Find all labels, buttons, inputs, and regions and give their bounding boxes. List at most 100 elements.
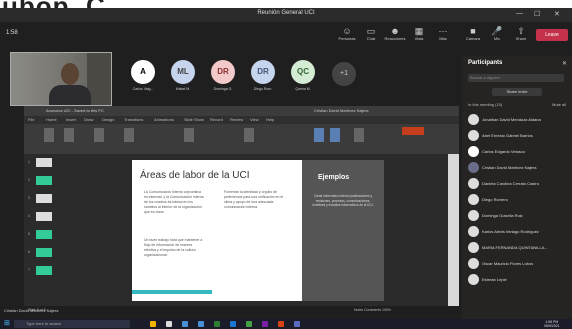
participant-row[interactable]: Carlos Edgardo Velasco bbox=[468, 146, 570, 158]
current-slide[interactable]: Áreas de labor de la UCI La Comunicación… bbox=[132, 160, 384, 301]
participant-tile[interactable]: QC Quena M. bbox=[288, 60, 318, 91]
participant-row[interactable]: Diego Romero bbox=[468, 194, 570, 206]
reactions-button[interactable]: ☻ Reacciones bbox=[384, 26, 406, 42]
ribbon-button[interactable] bbox=[314, 128, 324, 142]
ppt-tab[interactable]: File bbox=[28, 117, 34, 122]
participant-tile[interactable]: A Carlos Valg... bbox=[128, 60, 158, 91]
taskbar-clock[interactable]: 1:58 PM 08/9/2021 bbox=[544, 320, 560, 328]
participant-tile[interactable]: ML Mabel M. bbox=[168, 60, 198, 91]
ppt-tab[interactable]: Review bbox=[230, 117, 243, 122]
participant-search-input[interactable]: Buscar a alguien bbox=[468, 74, 564, 82]
ribbon-button[interactable] bbox=[184, 128, 194, 142]
participant-row[interactable]: Abel Ernesto Gabriel Barrios bbox=[468, 130, 570, 142]
avatar bbox=[468, 242, 479, 253]
participant-row-name: MARIA FERNANDA QUINTANILLA... bbox=[482, 245, 548, 250]
ppt-tab[interactable]: Animations bbox=[154, 117, 174, 122]
slide-accent-bar bbox=[132, 290, 212, 294]
ppt-tabs: File Home Insert Draw Design Transitions… bbox=[24, 116, 459, 124]
slide-thumbnail[interactable] bbox=[36, 176, 52, 185]
leave-button[interactable]: Leave bbox=[536, 29, 568, 41]
taskbar-app-icon[interactable] bbox=[278, 321, 284, 327]
slide-thumbnail[interactable] bbox=[36, 212, 52, 221]
participant-row[interactable]: Cristian David Martínez Nájera bbox=[468, 162, 570, 174]
participant-group-label[interactable]: In this meeting (15) bbox=[468, 102, 502, 107]
ppt-share-button[interactable] bbox=[402, 127, 424, 135]
camera-button[interactable]: ■ Cámara bbox=[462, 26, 484, 42]
slide-text-col3: Fomentar la identidad y orgullo de perte… bbox=[224, 190, 284, 209]
more-button[interactable]: ⋯ Más bbox=[432, 26, 454, 42]
ppt-tab[interactable]: Design bbox=[102, 117, 114, 122]
ribbon-button[interactable] bbox=[64, 128, 74, 142]
participant-name: Carlos Valg... bbox=[132, 87, 154, 91]
ribbon-button[interactable] bbox=[44, 128, 54, 142]
ppt-tab[interactable]: Slide Show bbox=[184, 117, 204, 122]
taskbar-app-icon[interactable] bbox=[182, 321, 188, 327]
participant-name: Mabel M. bbox=[175, 87, 191, 91]
close-pane-icon[interactable]: ✕ bbox=[562, 60, 567, 67]
ppt-tab[interactable]: Record bbox=[210, 117, 223, 122]
participant-tile[interactable]: DR Dominga G. bbox=[208, 60, 238, 91]
slide-thumbnail[interactable] bbox=[36, 158, 52, 167]
taskbar-app-icon[interactable] bbox=[294, 321, 300, 327]
view-button[interactable]: ▦ Vista bbox=[408, 26, 430, 42]
more-participants-button[interactable]: +1 bbox=[332, 62, 356, 86]
taskbar-app-icon[interactable] bbox=[150, 321, 156, 327]
camera-icon: ■ bbox=[470, 26, 476, 36]
slide-side-panel: Ejemplos Canal informativo interno publi… bbox=[302, 160, 384, 301]
mic-icon: 🎤 bbox=[491, 26, 503, 36]
ppt-tab[interactable]: Help bbox=[266, 117, 274, 122]
windows-start-icon[interactable]: ⊞ bbox=[4, 320, 12, 328]
participant-row[interactable]: Karlos Alexis Intriago Rodríguez bbox=[468, 226, 570, 238]
ppt-tab[interactable]: Draw bbox=[84, 117, 93, 122]
avatar: DR bbox=[251, 60, 275, 84]
ribbon-button[interactable] bbox=[124, 128, 134, 142]
taskbar-app-icon[interactable] bbox=[214, 321, 220, 327]
shared-screen: Anuncios UCI - Saved to this PC Cristian… bbox=[24, 106, 459, 314]
ppt-tab[interactable]: Transitions bbox=[124, 117, 143, 122]
call-timer: 1:58 bbox=[6, 30, 18, 36]
windows-taskbar: ⊞ Type here to search 1:58 PM 08/9/2021 bbox=[0, 319, 572, 329]
chat-button[interactable]: ▭ Chat bbox=[360, 26, 382, 42]
participant-row[interactable]: Daniela Carolina Cerrato Castro bbox=[468, 178, 570, 190]
taskbar-app-icon[interactable] bbox=[166, 321, 172, 327]
participant-row[interactable]: Oscar Mauricio Flores Lobos bbox=[468, 258, 570, 270]
ppt-tab[interactable]: Home bbox=[46, 117, 57, 122]
share-invite-button[interactable]: Share invite bbox=[492, 88, 542, 96]
maximize-icon[interactable]: ☐ bbox=[534, 10, 540, 18]
thumb-number: 1 bbox=[28, 160, 30, 164]
taskbar-search-input[interactable]: Type here to search bbox=[14, 320, 130, 328]
slide-thumbnail[interactable] bbox=[36, 194, 52, 203]
avatar bbox=[468, 194, 479, 205]
panel-title: Ejemplos bbox=[318, 174, 350, 181]
reactions-icon: ☻ bbox=[390, 26, 400, 36]
people-button[interactable]: ☺ Personas bbox=[336, 26, 358, 42]
mic-button[interactable]: 🎤 Mic bbox=[486, 26, 508, 42]
mute-all-button[interactable]: Mute all bbox=[552, 102, 566, 107]
ppt-tab[interactable]: View bbox=[250, 117, 259, 122]
slide-thumbnail[interactable] bbox=[36, 266, 52, 275]
ribbon-button[interactable] bbox=[244, 128, 254, 142]
taskbar-app-icon[interactable] bbox=[230, 321, 236, 327]
taskbar-app-icon[interactable] bbox=[198, 321, 204, 327]
presenter-name: Cristian David Martínez Nájera bbox=[4, 308, 59, 313]
ppt-file-name: Anuncios UCI - Saved to this PC bbox=[46, 108, 104, 113]
participant-row[interactable]: Dominga Guisella Ruiz bbox=[468, 210, 570, 222]
avatar bbox=[468, 114, 479, 125]
video-tile[interactable] bbox=[10, 52, 112, 106]
ribbon-button[interactable] bbox=[354, 128, 364, 142]
minimize-icon[interactable]: — bbox=[516, 10, 523, 17]
slide-thumbnail[interactable] bbox=[36, 248, 52, 257]
ppt-tab[interactable]: Insert bbox=[66, 117, 76, 122]
participant-tile[interactable]: DR Diego Rom. bbox=[248, 60, 278, 91]
participant-row[interactable]: Estrean Lepie bbox=[468, 274, 570, 286]
share-button[interactable]: ⇧ Share bbox=[510, 26, 532, 42]
taskbar-app-icon[interactable] bbox=[262, 321, 268, 327]
ribbon-button[interactable] bbox=[330, 128, 340, 142]
slide-thumbnail[interactable] bbox=[36, 230, 52, 239]
participant-row[interactable]: Jonathan David Mendoza Aldana bbox=[468, 114, 570, 126]
participant-row-name: Carlos Edgardo Velasco bbox=[482, 149, 525, 154]
taskbar-app-icon[interactable] bbox=[246, 321, 252, 327]
participant-row[interactable]: MARIA FERNANDA QUINTANILLA... bbox=[468, 242, 570, 254]
close-icon[interactable]: ✕ bbox=[554, 10, 560, 18]
ribbon-button[interactable] bbox=[94, 128, 104, 142]
